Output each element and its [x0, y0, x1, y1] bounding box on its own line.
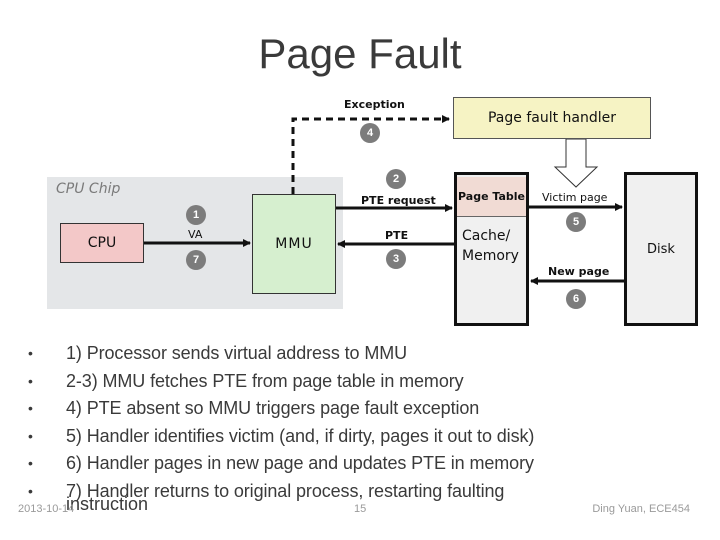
handler-down-arrow — [553, 138, 599, 188]
bullet-icon: • — [28, 372, 33, 389]
bullet-list: • 1) Processor sends virtual address to M… — [28, 340, 708, 506]
bullet-item: • 6) Handler pages in new page and update… — [28, 450, 708, 478]
memory-label: Cache/ Memory — [462, 226, 519, 266]
mmu-box: MMU — [252, 194, 336, 294]
exception-label: Exception — [344, 98, 405, 111]
page-table-box: Page Table — [457, 177, 526, 217]
step-4-badge: 4 — [360, 123, 380, 143]
step-3-badge: 3 — [386, 249, 406, 269]
step-6-badge: 6 — [566, 289, 586, 309]
bullet-wrap-text: instruction — [66, 494, 149, 514]
step-1-badge: 1 — [186, 205, 206, 225]
bullet-item: • 4) PTE absent so MMU triggers page faul… — [28, 395, 708, 423]
new-page-label: New page — [548, 265, 610, 278]
page-fault-handler-box: Page fault handler — [453, 97, 651, 139]
disk-box: Disk — [624, 172, 698, 326]
pte-label: PTE — [385, 229, 409, 242]
footer-date: 2013-10-14 — [18, 503, 75, 515]
va-label: VA — [188, 228, 203, 241]
footer-page-number: 15 — [354, 503, 367, 515]
pte-request-label: PTE request — [361, 194, 436, 207]
cpu-box: CPU — [60, 223, 144, 263]
victim-page-label: Victim page — [542, 191, 608, 204]
memory-label-line1: Cache/ — [462, 228, 511, 244]
step-5-badge: 5 — [566, 212, 586, 232]
bullet-icon: • — [28, 482, 33, 499]
bullet-item: • 2-3) MMU fetches PTE from page table in… — [28, 368, 708, 396]
memory-label-line2: Memory — [462, 248, 519, 264]
bullet-icon: • — [28, 400, 33, 417]
step-7-badge: 7 — [186, 250, 206, 270]
bullet-item: • 1) Processor sends virtual address to M… — [28, 340, 708, 368]
step-2-badge: 2 — [386, 169, 406, 189]
bullet-icon: • — [28, 345, 33, 361]
bullet-icon: • — [28, 427, 33, 444]
footer-author: Ding Yuan, ECE454 — [592, 503, 690, 515]
bullet-item: • 5) Handler identifies victim (and, if d… — [28, 423, 708, 451]
bullet-icon: • — [28, 455, 33, 472]
